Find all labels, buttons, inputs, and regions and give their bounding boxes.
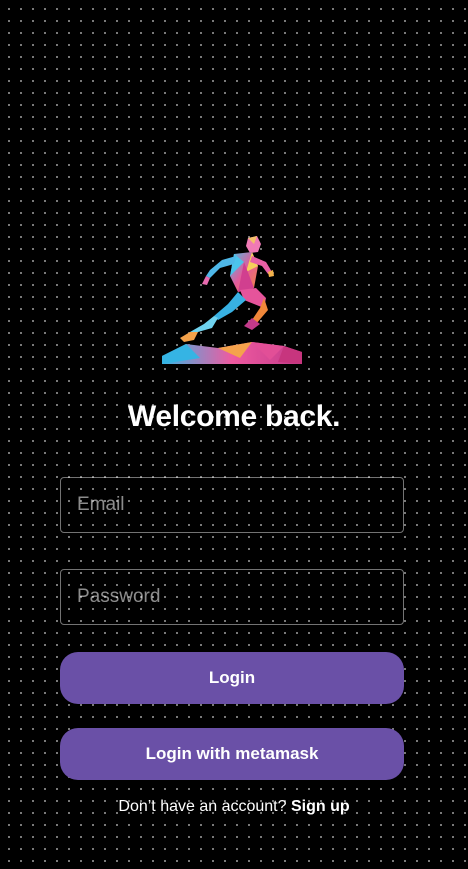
login-with-metamask-button[interactable]: Login with metamask — [60, 728, 404, 780]
signup-link[interactable]: Sign up — [291, 798, 350, 815]
login-button[interactable]: Login — [60, 652, 404, 704]
password-field[interactable] — [60, 569, 404, 625]
email-field[interactable] — [60, 477, 404, 533]
page-title: Welcome back. — [127, 400, 341, 433]
signup-prompt-text: Don’t have an account? — [118, 798, 291, 815]
running-man-icon — [162, 236, 302, 364]
running-man-logo — [160, 232, 304, 366]
signup-prompt-row: Don’t have an account? Sign up — [0, 798, 468, 816]
